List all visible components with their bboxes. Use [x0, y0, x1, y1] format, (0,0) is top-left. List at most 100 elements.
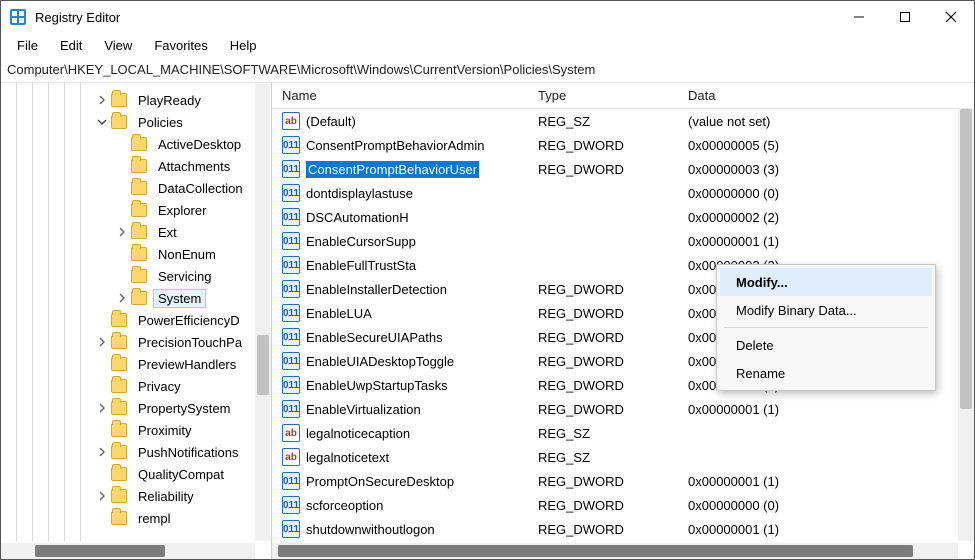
folder-icon — [111, 423, 127, 437]
dword-value-icon: 011 — [282, 520, 300, 538]
tree-item[interactable]: System — [95, 287, 271, 309]
tree-item[interactable]: NonEnum — [95, 243, 271, 265]
registry-value-row[interactable]: 011scforceoptionREG_DWORD0x00000000 (0) — [272, 493, 974, 517]
tree-item[interactable]: PowerEfficiencyD — [95, 309, 271, 331]
column-header-data[interactable]: Data — [678, 88, 974, 103]
tree-item-label: PowerEfficiencyD — [133, 311, 245, 330]
value-type: REG_DWORD — [538, 474, 624, 489]
tree-item[interactable]: Policies — [95, 111, 271, 133]
column-header-name[interactable]: Name — [272, 88, 528, 103]
value-data: 0x00000000 (0) — [688, 186, 779, 201]
menu-view[interactable]: View — [94, 36, 142, 55]
folder-icon — [111, 511, 127, 525]
value-name: EnableFullTrustSta — [306, 258, 416, 273]
registry-value-row[interactable]: 011ConsentPromptBehaviorUserREG_DWORD0x0… — [272, 157, 974, 181]
dword-value-icon: 011 — [282, 256, 300, 274]
tree-pane: PlayReady PoliciesActiveDesktopAttachment… — [1, 83, 272, 559]
registry-value-row[interactable]: 011ConsentPromptBehaviorAdminREG_DWORD0x… — [272, 133, 974, 157]
address-path: Computer\HKEY_LOCAL_MACHINE\SOFTWARE\Mic… — [7, 62, 595, 77]
value-name: PromptOnSecureDesktop — [306, 474, 454, 489]
context-menu: Modify... Modify Binary Data... Delete R… — [716, 264, 936, 391]
tree-item-label: System — [153, 289, 206, 308]
registry-value-row[interactable]: 011EnableCursorSupp0x00000001 (1) — [272, 229, 974, 253]
tree-item[interactable]: Ext — [95, 221, 271, 243]
tree-item[interactable]: PropertySystem — [95, 397, 271, 419]
tree-item[interactable]: Servicing — [95, 265, 271, 287]
menu-help[interactable]: Help — [220, 36, 267, 55]
value-data: 0x00000000 (0) — [688, 498, 779, 513]
context-menu-modify-binary[interactable]: Modify Binary Data... — [720, 296, 932, 324]
registry-value-row[interactable]: 011EnableVirtualizationREG_DWORD0x000000… — [272, 397, 974, 421]
tree-item[interactable]: Attachments — [95, 155, 271, 177]
context-menu-modify[interactable]: Modify... — [720, 268, 932, 296]
maximize-button[interactable] — [882, 1, 928, 33]
tree-horizontal-scrollbar[interactable] — [1, 543, 255, 559]
menu-edit[interactable]: Edit — [50, 36, 92, 55]
tree-item[interactable]: Reliability — [95, 485, 271, 507]
dword-value-icon: 011 — [282, 376, 300, 394]
value-type: REG_DWORD — [538, 162, 624, 177]
titlebar: Registry Editor — [1, 1, 974, 33]
chevron-right-icon[interactable] — [95, 491, 109, 501]
dword-value-icon: 011 — [282, 160, 300, 178]
chevron-right-icon[interactable] — [95, 95, 109, 105]
context-menu-delete[interactable]: Delete — [720, 331, 932, 359]
registry-value-row[interactable]: 011dontdisplaylastuse0x00000000 (0) — [272, 181, 974, 205]
string-value-icon: ab — [282, 112, 300, 130]
app-icon — [9, 8, 27, 26]
folder-icon — [131, 137, 147, 151]
chevron-right-icon[interactable] — [115, 227, 129, 237]
tree-item-label: PrecisionTouchPa — [133, 333, 247, 352]
tree-item-label: PropertySystem — [133, 399, 235, 418]
registry-value-row[interactable]: 011DSCAutomationH0x00000002 (2) — [272, 205, 974, 229]
value-name: EnableUwpStartupTasks — [306, 378, 448, 393]
context-menu-rename[interactable]: Rename — [720, 359, 932, 387]
chevron-right-icon[interactable] — [95, 403, 109, 413]
tree-item[interactable]: PlayReady — [95, 89, 271, 111]
registry-value-row[interactable]: ablegalnoticecaptionREG_SZ — [272, 421, 974, 445]
list-horizontal-scrollbar[interactable] — [272, 543, 958, 559]
chevron-right-icon[interactable] — [95, 447, 109, 457]
folder-icon — [131, 203, 147, 217]
value-data: (value not set) — [688, 114, 770, 129]
list-pane: Name Type Data ab(Default)REG_SZ(value n… — [272, 83, 974, 559]
chevron-right-icon[interactable] — [115, 293, 129, 303]
tree-item[interactable]: PrecisionTouchPa — [95, 331, 271, 353]
registry-value-row[interactable]: 011shutdownwithoutlogonREG_DWORD0x000000… — [272, 517, 974, 541]
tree-item[interactable]: QualityCompat — [95, 463, 271, 485]
tree-item[interactable]: PushNotifications — [95, 441, 271, 463]
value-name: EnableVirtualization — [306, 402, 421, 417]
column-header-type[interactable]: Type — [528, 88, 678, 103]
tree-item[interactable]: Proximity — [95, 419, 271, 441]
registry-value-row[interactable]: 011PromptOnSecureDesktopREG_DWORD0x00000… — [272, 469, 974, 493]
chevron-down-icon[interactable] — [95, 117, 109, 127]
address-bar[interactable]: Computer\HKEY_LOCAL_MACHINE\SOFTWARE\Mic… — [1, 57, 974, 83]
folder-icon — [111, 445, 127, 459]
menubar: File Edit View Favorites Help — [1, 33, 974, 57]
tree-item-label: Policies — [133, 113, 188, 132]
tree: PlayReady PoliciesActiveDesktopAttachment… — [1, 83, 271, 541]
tree-item[interactable]: Explorer — [95, 199, 271, 221]
menu-file[interactable]: File — [7, 36, 48, 55]
registry-value-row[interactable]: ab(Default)REG_SZ(value not set) — [272, 109, 974, 133]
tree-item[interactable]: DataCollection — [95, 177, 271, 199]
value-data: 0x00000001 (1) — [688, 402, 779, 417]
chevron-right-icon[interactable] — [95, 337, 109, 347]
tree-item[interactable]: Privacy — [95, 375, 271, 397]
tree-item[interactable]: rempl — [95, 507, 271, 529]
value-type: REG_DWORD — [538, 402, 624, 417]
tree-item-label: Explorer — [153, 201, 211, 220]
tree-item[interactable]: PreviewHandlers — [95, 353, 271, 375]
menu-favorites[interactable]: Favorites — [144, 36, 217, 55]
value-name: DSCAutomationH — [306, 210, 409, 225]
folder-icon — [111, 401, 127, 415]
list-vertical-scrollbar[interactable] — [958, 109, 974, 541]
registry-value-row[interactable]: ablegalnoticetextREG_SZ — [272, 445, 974, 469]
tree-vertical-scrollbar[interactable] — [255, 83, 271, 541]
tree-item-label: PushNotifications — [133, 443, 243, 462]
dword-value-icon: 011 — [282, 280, 300, 298]
tree-item[interactable]: ActiveDesktop — [95, 133, 271, 155]
minimize-button[interactable] — [836, 1, 882, 33]
tree-item-label: NonEnum — [153, 245, 221, 264]
close-button[interactable] — [928, 1, 974, 33]
